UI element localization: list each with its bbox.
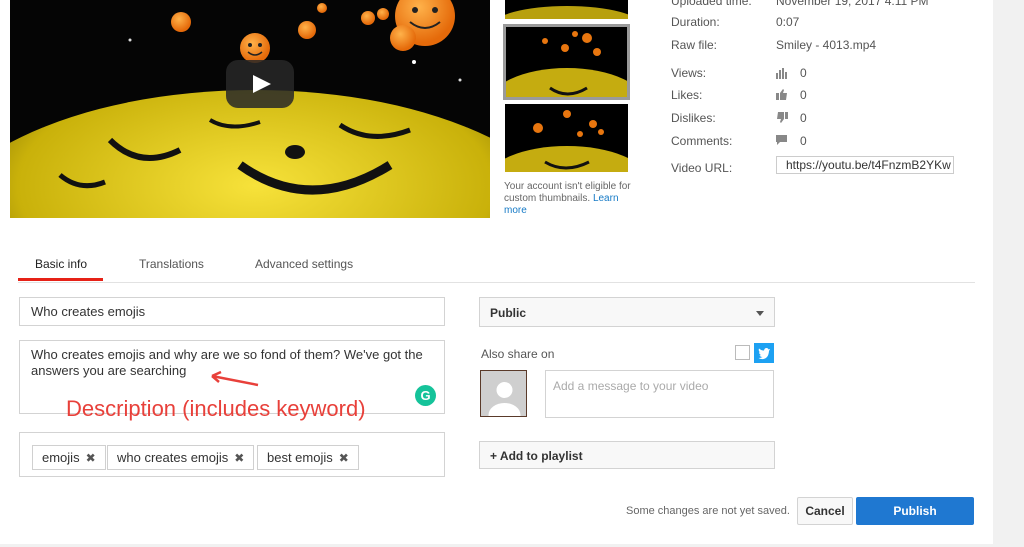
raw-file-value: Smiley - 4013.mp4 [776, 38, 877, 52]
duration-label: Duration: [671, 15, 720, 29]
video-frame-image [10, 0, 490, 218]
thumbnail-option-2-selected[interactable] [503, 24, 630, 100]
dislikes-label: Dislikes: [671, 111, 716, 125]
tag-label: who creates emojis [117, 450, 229, 465]
tag-label: best emojis [267, 450, 333, 465]
tag-chip: who creates emojis ✖ [107, 445, 255, 470]
remove-tag-icon[interactable]: ✖ [86, 451, 96, 465]
description-annotation: Description (includes keyword) [66, 396, 366, 421]
play-button[interactable] [226, 60, 294, 108]
uploaded-label: Uploaded time: [671, 0, 752, 8]
video-url-field[interactable]: https://youtu.be/t4FnzmB2YKw [776, 156, 954, 174]
remove-tag-icon[interactable]: ✖ [339, 451, 349, 465]
thumbnail-option-3[interactable] [505, 104, 628, 172]
title-input[interactable]: Who creates emojis [19, 297, 445, 326]
video-url-label: Video URL: [671, 161, 733, 175]
tabs-divider [18, 282, 975, 283]
privacy-value: Public [490, 306, 527, 320]
tab-basic-info[interactable]: Basic info [35, 257, 87, 271]
uploaded-value: November 19, 2017 4:11 PM [776, 0, 929, 8]
share-checkbox[interactable] [735, 345, 750, 360]
dislikes-value: 0 [800, 111, 807, 125]
likes-value: 0 [800, 88, 807, 102]
thumbnail-image [505, 6, 628, 19]
comment-icon [776, 135, 788, 146]
likes-label: Likes: [671, 88, 703, 102]
unsaved-changes-notice: Some changes are not yet saved. [626, 505, 790, 517]
page-right-gutter [993, 0, 1024, 547]
thumbs-up-icon [776, 89, 788, 100]
duration-value: 0:07 [776, 15, 800, 29]
views-value: 0 [800, 66, 807, 80]
tag-chip: best emojis ✖ [257, 445, 359, 470]
tab-advanced-settings[interactable]: Advanced settings [255, 257, 353, 271]
bar-chart-icon [776, 68, 788, 79]
grammarly-icon[interactable]: G [415, 385, 436, 406]
comments-label: Comments: [671, 134, 733, 148]
tag-label: emojis [42, 450, 80, 465]
tab-translations[interactable]: Translations [139, 257, 204, 271]
add-to-playlist-button[interactable]: + Add to playlist [479, 441, 775, 469]
publish-button[interactable]: Publish [856, 497, 974, 525]
privacy-select[interactable]: Public [479, 297, 775, 327]
share-message-textarea[interactable]: Add a message to your video [545, 370, 774, 418]
remove-tag-icon[interactable]: ✖ [234, 451, 244, 465]
views-label: Views: [671, 66, 707, 80]
thumbnail-option-1[interactable] [505, 0, 628, 19]
raw-file-label: Raw file: [671, 38, 718, 52]
comments-value: 0 [800, 134, 807, 148]
share-label: Also share on [481, 347, 555, 361]
cancel-button[interactable]: Cancel [797, 497, 853, 525]
tag-chip: emojis ✖ [32, 445, 106, 470]
twitter-icon[interactable] [754, 343, 774, 363]
custom-thumbnail-note: Your account isn't eligible for custom t… [504, 181, 644, 217]
thumbnail-image [505, 31, 628, 98]
chevron-down-icon [756, 311, 764, 316]
thumbnail-image [505, 110, 628, 172]
avatar [480, 370, 527, 417]
thumbs-down-icon [776, 112, 788, 123]
active-tab-indicator [18, 278, 103, 281]
video-player[interactable] [10, 0, 490, 218]
annotation-arrow-icon [211, 370, 259, 387]
